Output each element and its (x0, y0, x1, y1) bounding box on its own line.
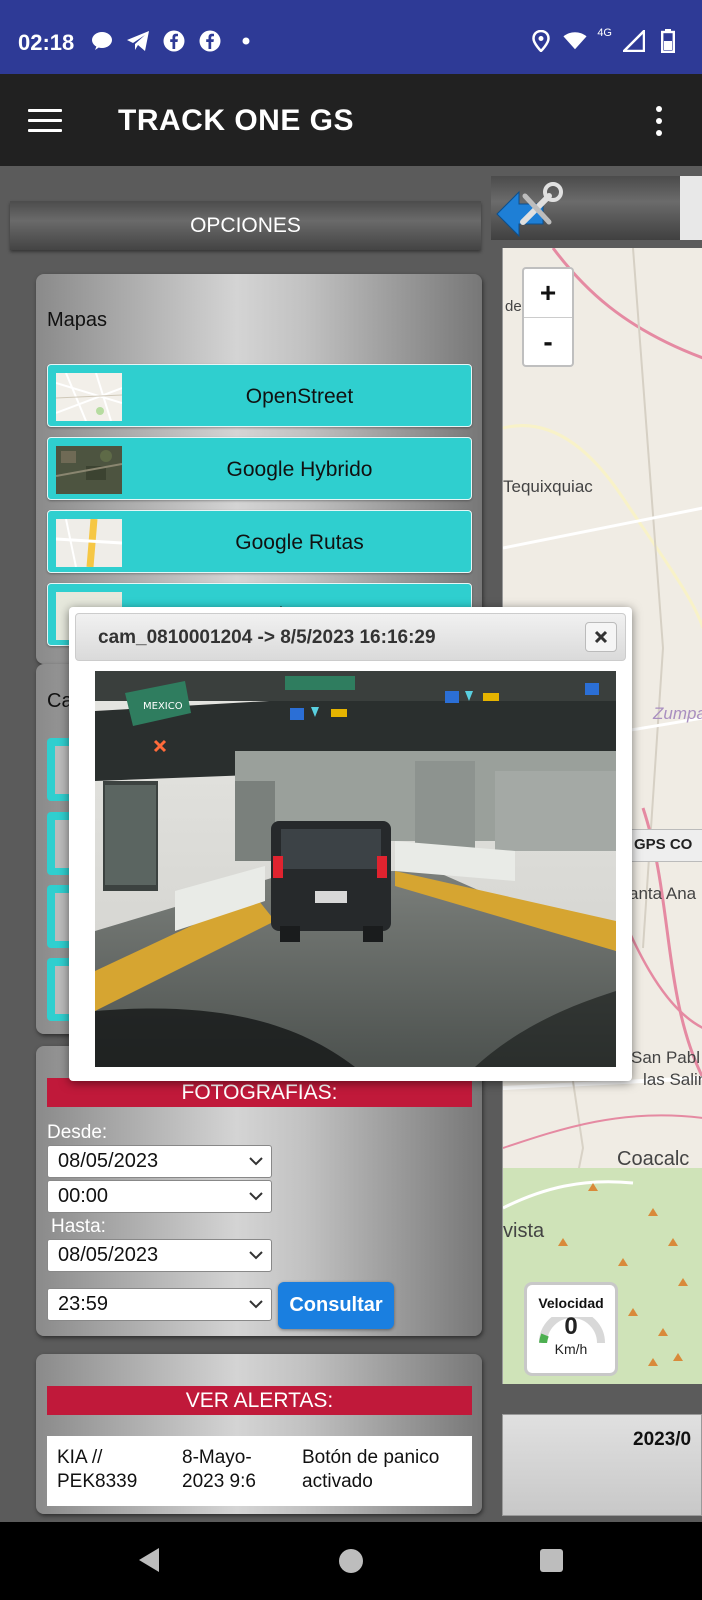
map-option-google-hybrido[interactable]: Google Hybrido (47, 437, 472, 500)
openstreet-thumbnail (56, 373, 122, 421)
fotografias-header: FOTOGRAFIAS: (47, 1078, 472, 1107)
date-bar: 2023/0 (502, 1414, 702, 1516)
dashcam-photo: MEXICO (95, 671, 616, 1067)
map-option-label: OpenStreet (245, 384, 354, 408)
mapas-panel: Mapas OpenStreet Google Hybrido Google R… (36, 274, 482, 664)
close-icon (594, 630, 608, 644)
consultar-button[interactable]: Consultar (278, 1282, 394, 1329)
map-place-label: vista (503, 1220, 545, 1242)
hasta-label: Hasta: (51, 1216, 106, 1237)
hasta-date-select[interactable]: 08/05/2023 (47, 1239, 272, 1272)
alertas-header: VER ALERTAS: (47, 1386, 472, 1415)
dialog-title: cam_0810001204 -> 8/5/2023 16:16:29 (98, 627, 436, 648)
map-option-label: Google Rutas (235, 530, 364, 554)
chevron-down-icon (249, 1300, 263, 1309)
wifi-icon (563, 29, 587, 53)
settings-tab[interactable] (491, 176, 702, 240)
more-notifications-dot-icon (234, 29, 258, 53)
menu-icon[interactable] (28, 109, 62, 133)
status-bar: 02:18 4G (0, 0, 702, 74)
home-icon[interactable] (339, 1549, 363, 1573)
speed-title: Velocidad (538, 1295, 604, 1311)
desde-date-select[interactable]: 08/05/2023 (47, 1145, 272, 1178)
map-place-label: San Pabl (631, 1048, 700, 1067)
facebook-icon (162, 29, 186, 53)
signal-icon (622, 29, 646, 53)
map-option-label: Google Hybrido (226, 457, 373, 481)
zoom-control: + - (522, 267, 574, 367)
desde-label: Desde: (47, 1122, 108, 1143)
google-hybrido-thumbnail (56, 446, 122, 494)
map-place-label: anta Ana (629, 884, 697, 903)
alert-vehicle: KIA // PEK8339 (57, 1447, 138, 1492)
speed-gauge: Velocidad 0 Km/h (524, 1282, 618, 1376)
tools-icon[interactable] (491, 176, 571, 240)
back-icon[interactable] (137, 1547, 161, 1573)
system-icons: 4G (529, 27, 680, 53)
zoom-out-button[interactable]: - (524, 317, 572, 365)
zoom-in-button[interactable]: + (524, 269, 572, 317)
fotografias-panel: FOTOGRAFIAS: Desde: 08/05/2023 00:00 Has… (36, 1046, 482, 1336)
gps-control-label[interactable]: GPS CO (625, 829, 702, 862)
map-place-label: las Salin (643, 1070, 702, 1089)
recents-icon[interactable] (540, 1549, 563, 1572)
system-nav-bar (0, 1522, 702, 1600)
map-place-label: Coacalc (617, 1148, 690, 1170)
map-place-label: de (505, 298, 522, 315)
map-place-label: Tequixquiac (503, 477, 593, 496)
google-rutas-thumbnail (56, 519, 122, 567)
notification-icons (90, 29, 258, 53)
chat-bubble-icon (90, 29, 114, 53)
map-place-label: Zumpa (653, 704, 702, 723)
map-option-google-rutas[interactable]: Google Rutas (47, 510, 472, 573)
map-option-openstreet[interactable]: OpenStreet (47, 364, 472, 427)
app-title: TRACK ONE GS (118, 104, 355, 137)
sign-text: MEXICO (143, 701, 183, 712)
alert-message: Botón de panico activado (302, 1447, 440, 1492)
close-button[interactable] (585, 622, 617, 652)
tab-edge (680, 176, 702, 240)
speed-value: 0 (564, 1313, 578, 1340)
battery-icon (656, 29, 680, 53)
status-time: 02:18 (18, 30, 75, 55)
app-bar: TRACK ONE GS (0, 74, 702, 166)
overflow-menu-icon[interactable] (654, 106, 664, 136)
chevron-down-icon (249, 1192, 263, 1201)
hasta-time-select[interactable]: 23:59 (47, 1288, 272, 1321)
alert-row[interactable]: KIA // PEK8339 8-Mayo-2023 9:6 Botón de … (47, 1436, 472, 1506)
alertas-panel: VER ALERTAS: KIA // PEK8339 8-Mayo-2023 … (36, 1354, 482, 1514)
telegram-icon (126, 29, 150, 53)
network-type-label: 4G (597, 27, 612, 39)
facebook-icon (198, 29, 222, 53)
opciones-header[interactable]: OPCIONES (10, 201, 481, 250)
mapas-title: Mapas (47, 309, 108, 331)
location-icon (529, 29, 553, 53)
chevron-down-icon (249, 1157, 263, 1166)
photo-dialog: cam_0810001204 -> 8/5/2023 16:16:29 MEXI… (69, 607, 632, 1081)
dialog-header: cam_0810001204 -> 8/5/2023 16:16:29 (75, 613, 626, 661)
date-text: 2023/0 (633, 1429, 692, 1450)
alert-datetime: 8-Mayo-2023 9:6 (182, 1447, 256, 1492)
speed-unit: Km/h (554, 1341, 588, 1357)
chevron-down-icon (249, 1251, 263, 1260)
desde-time-select[interactable]: 00:00 (47, 1180, 272, 1213)
